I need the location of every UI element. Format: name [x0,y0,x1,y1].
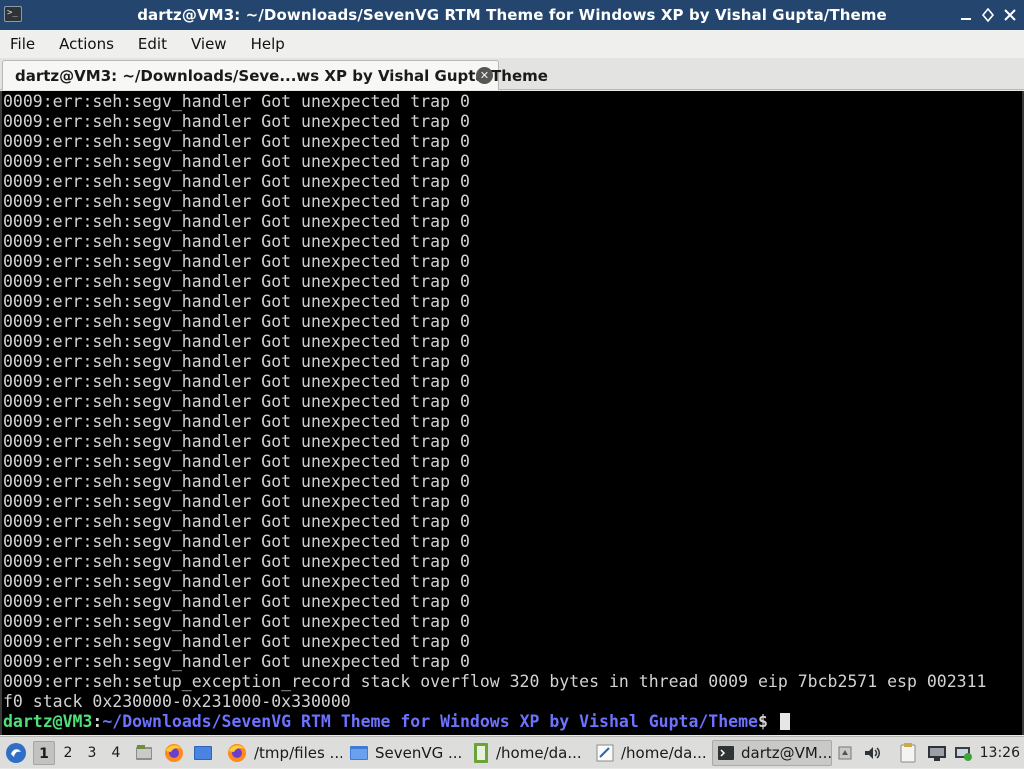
terminal-output[interactable]: 0009:err:seh:segv_handler Got unexpected… [0,91,1024,735]
prompt-user: dartz@VM3 [3,712,93,731]
terminal-line: 0009:err:seh:segv_handler Got unexpected… [3,552,470,571]
close-icon [1004,9,1016,21]
file-manager-icon [136,745,152,760]
task-label: /home/da... [621,744,707,762]
start-menu-button[interactable] [4,737,28,769]
prompt-path: ~/Downloads/SevenVG RTM Theme for Window… [102,712,758,731]
terminal-line: 0009:err:seh:segv_handler Got unexpected… [3,172,470,191]
volume-icon [865,747,880,759]
task-document[interactable]: /home/da... [591,740,711,766]
terminal-line: 0009:err:seh:segv_handler Got unexpected… [3,132,470,151]
tray-network[interactable] [952,737,974,769]
folder-icon [350,746,368,760]
network-icon [955,747,972,761]
terminal-line: 0009:err:seh:segv_handler Got unexpected… [3,472,470,491]
menu-bar: File Actions Edit View Help [0,30,1024,58]
window-switch-icon [838,746,852,760]
terminal-icon [718,746,734,760]
close-button[interactable] [1002,6,1018,24]
prompt-symbol: $ [757,712,778,731]
prompt-separator: : [92,712,103,731]
terminal-line: 0009:err:seh:segv_handler Got unexpected… [3,392,470,411]
terminal-line: 0009:err:seh:segv_handler Got unexpected… [3,192,470,211]
task-folder[interactable]: SevenVG ... [345,740,465,766]
terminal-tab[interactable]: dartz@VM3: ~/Downloads/Seve...ws XP by V… [2,60,548,90]
maximize-button[interactable] [980,6,996,24]
terminal-line: 0009:err:seh:segv_handler Got unexpected… [3,232,470,251]
menu-actions[interactable]: Actions [55,35,126,53]
launcher-files[interactable] [133,737,155,769]
taskbar: 1 2 3 4 /tmp/files ... SevenVG ... /home [0,736,1024,768]
workspace-1[interactable]: 1 [33,741,55,765]
terminal-line: 0009:err:seh:segv_handler Got unexpected… [3,372,470,391]
terminal-line: 0009:err:seh:segv_handler Got unexpected… [3,512,470,531]
terminal-line: 0009:err:seh:segv_handler Got unexpected… [3,432,470,451]
terminal-prompt: dartz@VM3:~/Downloads/SevenVG RTM Theme … [2,712,1022,732]
terminal-line: 0009:err:seh:segv_handler Got unexpected… [3,632,470,651]
terminal-line: 0009:err:seh:segv_handler Got unexpected… [3,312,470,331]
task-label: dartz@VM... [741,744,832,762]
terminal-cursor [779,713,790,730]
terminal-line: 0009:err:seh:segv_handler Got unexpected… [3,572,470,591]
document-icon [596,744,614,762]
minimize-icon [961,18,971,20]
workspace-3[interactable]: 3 [81,741,103,765]
terminal-line: 0009:err:seh:segv_handler Got unexpected… [3,92,470,111]
terminal-line: f0 stack 0x230000-0x231000-0x330000 [3,692,351,711]
terminal-lines: 0009:err:seh:segv_handler Got unexpected… [2,91,1022,712]
terminal-line: 0009:err:seh:segv_handler Got unexpected… [3,252,470,271]
terminal-line: 0009:err:seh:segv_handler Got unexpected… [3,412,470,431]
terminal-line: 0009:err:seh:segv_handler Got unexpected… [3,212,470,231]
clipboard-icon [900,743,916,763]
terminal-line: 0009:err:seh:segv_handler Got unexpected… [3,152,470,171]
tab-bar: dartz@VM3: ~/Downloads/Seve...ws XP by V… [0,58,1024,90]
window-title: dartz@VM3: ~/Downloads/SevenVG RTM Theme… [137,6,887,24]
text-editor-icon [474,743,488,763]
terminal-line: 0009:err:seh:segv_handler Got unexpected… [3,112,470,131]
tab-label: dartz@VM3: ~/Downloads/Seve...ws XP by V… [15,66,548,85]
minimize-button[interactable] [958,6,974,24]
window-titlebar[interactable]: >_ dartz@VM3: ~/Downloads/SevenVG RTM Th… [0,0,1024,30]
task-terminal[interactable]: dartz@VM... [712,740,832,766]
task-label: /home/da... [496,744,582,762]
firefox-icon [228,744,246,762]
clock[interactable]: 13:26 [980,737,1020,769]
terminal-line: 0009:err:seh:segv_handler Got unexpected… [3,652,470,671]
terminal-line: 0009:err:seh:segv_handler Got unexpected… [3,452,470,471]
launcher-desktop[interactable] [192,737,214,769]
menu-help[interactable]: Help [247,35,297,53]
terminal-line: 0009:err:seh:segv_handler Got unexpected… [3,612,470,631]
menu-file[interactable]: File [6,35,47,53]
tray-clipboard[interactable] [898,737,918,769]
terminal-line: 0009:err:seh:segv_handler Got unexpected… [3,592,470,611]
menu-edit[interactable]: Edit [134,35,179,53]
display-icon [928,746,946,761]
launcher-firefox[interactable] [163,737,185,769]
tab-close-icon[interactable]: ✕ [476,67,493,84]
show-desktop-icon [194,746,212,760]
tray-display[interactable] [926,737,948,769]
terminal-line: 0009:err:seh:segv_handler Got unexpected… [3,332,470,351]
task-text-editor[interactable]: /home/da... [468,740,588,766]
task-label: SevenVG ... [375,744,463,762]
terminal-line: 0009:err:seh:segv_handler Got unexpected… [3,532,470,551]
terminal-line: 0009:err:seh:segv_handler Got unexpected… [3,272,470,291]
tray-window-switch[interactable] [836,737,854,769]
terminal-line: 0009:err:seh:segv_handler Got unexpected… [3,492,470,511]
workspace-2[interactable]: 2 [57,741,79,765]
firefox-icon [165,744,183,762]
maximize-icon [981,7,995,23]
task-label: /tmp/files ... [254,744,342,762]
tray-volume[interactable] [862,737,882,769]
task-firefox[interactable]: /tmp/files ... [222,740,342,766]
terminal-line: 0009:err:seh:segv_handler Got unexpected… [3,292,470,311]
menu-view[interactable]: View [187,35,239,53]
terminal-line: 0009:err:seh:setup_exception_record stac… [3,672,987,691]
workspace-4[interactable]: 4 [105,741,127,765]
start-menu-icon [6,743,26,763]
terminal-line: 0009:err:seh:segv_handler Got unexpected… [3,352,470,371]
